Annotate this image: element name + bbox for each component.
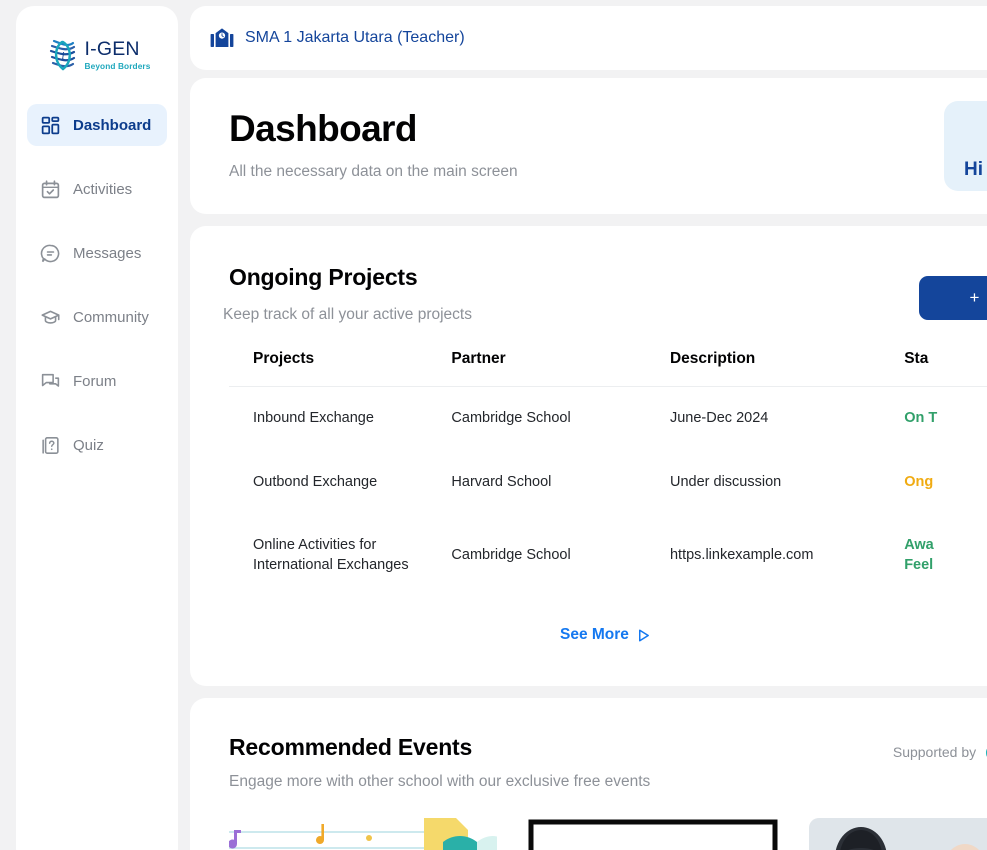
- greeting-text: Hi: [964, 159, 983, 180]
- supported-by-label: Supported by: [892, 743, 977, 760]
- sidebar-item-label: Forum: [73, 372, 117, 390]
- projects-table: Projects Partner Description Sta Inbound…: [229, 350, 987, 597]
- greeting-card[interactable]: Hi: [944, 101, 987, 191]
- sidebar-nav: Dashboard Activities Messages Community …: [16, 104, 178, 466]
- logo-title: I-GEN: [84, 38, 140, 61]
- projects-title: Ongoing Projects: [229, 264, 418, 290]
- message-icon: [40, 244, 60, 262]
- event-card-music-class[interactable]: [229, 818, 497, 850]
- sidebar-item-label: Activities: [73, 180, 133, 198]
- svg-text:i: i: [61, 51, 64, 62]
- event-card-adidas[interactable]: [519, 818, 787, 850]
- events-title: Recommended Events: [229, 734, 473, 760]
- supported-by: Supported by ed: [893, 738, 987, 765]
- page-subtitle: All the necessary data on the main scree…: [229, 163, 518, 180]
- sidebar-item-label: Quiz: [73, 436, 104, 454]
- school-building-icon: [210, 28, 234, 47]
- graduation-cap-icon: [41, 310, 60, 324]
- page-title: Dashboard: [229, 108, 417, 149]
- plus-icon: +: [969, 288, 980, 307]
- events-list: [229, 818, 987, 850]
- projects-table-head: Projects Partner Description Sta: [229, 350, 987, 387]
- dashboard-header-card: Dashboard All the necessary data on the …: [190, 78, 987, 214]
- grid-icon: [41, 116, 60, 134]
- table-header-row: Projects Partner Description Sta: [229, 350, 987, 387]
- dashboard-page: i I-GEN Beyond Borders Dashboard Activit…: [0, 0, 987, 850]
- app-logo[interactable]: i I-GEN Beyond Borders: [16, 28, 178, 82]
- calendar-check-icon: [41, 179, 60, 198]
- cell-description: Under discussion: [669, 473, 782, 490]
- sidebar-item-community[interactable]: Community: [27, 296, 167, 338]
- igen-dna-logo-icon: i: [49, 39, 75, 71]
- cell-partner: Cambridge School: [451, 546, 571, 563]
- column-header-description: Description: [669, 350, 905, 387]
- projects-subtitle: Keep track of all your active projects: [223, 306, 472, 323]
- play-triangle-icon: [638, 629, 649, 641]
- ongoing-projects-card: Ongoing Projects Keep track of all your …: [190, 226, 987, 686]
- status-badge: Ong: [904, 473, 934, 490]
- logo-tagline: Beyond Borders: [84, 60, 151, 71]
- quiz-icon: [42, 436, 59, 454]
- sidebar-item-label: Dashboard: [73, 116, 152, 134]
- cell-project: Inbound Exchange: [253, 410, 374, 426]
- table-row[interactable]: Inbound Exchange Cambridge School June-D…: [229, 387, 987, 451]
- projects-table-body: Inbound Exchange Cambridge School June-D…: [229, 387, 987, 598]
- column-header-partner: Partner: [451, 350, 670, 387]
- see-more-link[interactable]: See More: [560, 626, 651, 644]
- adidas-logo-card: [519, 818, 787, 850]
- people-photo-card: [809, 818, 987, 850]
- sidebar-item-label: Messages: [73, 244, 142, 262]
- cell-project: Outbond Exchange: [253, 473, 378, 490]
- sidebar-item-dashboard[interactable]: Dashboard: [27, 104, 167, 146]
- events-subtitle: Engage more with other school with our e…: [229, 773, 651, 790]
- sidebar-item-messages[interactable]: Messages: [27, 232, 167, 274]
- cell-project: Online Activities for International Exch…: [253, 537, 409, 573]
- see-more-label: See More: [560, 626, 629, 643]
- column-header-status: Sta: [904, 350, 987, 387]
- forum-icon: [41, 373, 60, 387]
- add-project-button[interactable]: + Add: [919, 276, 987, 320]
- table-row[interactable]: Outbond Exchange Harvard School Under di…: [229, 451, 987, 515]
- music-classroom-illustration: [229, 818, 497, 850]
- top-bar: SMA 1 Jakarta Utara (Teacher): [190, 6, 987, 70]
- sidebar-item-activities[interactable]: Activities: [27, 168, 167, 210]
- column-header-projects: Projects: [229, 350, 452, 387]
- event-card-people[interactable]: [809, 818, 987, 850]
- status-badge: Awa Feel: [904, 537, 934, 573]
- status-badge: On T: [904, 410, 938, 426]
- school-name-label: SMA 1 Jakarta Utara (Teacher): [245, 29, 465, 46]
- cell-description: https.linkexample.com: [669, 546, 814, 563]
- cell-description: June-Dec 2024: [669, 410, 769, 426]
- sidebar-item-forum[interactable]: Forum: [27, 360, 167, 402]
- sidebar: i I-GEN Beyond Borders Dashboard Activit…: [16, 6, 178, 850]
- sidebar-item-quiz[interactable]: Quiz: [27, 424, 167, 466]
- cell-partner: Cambridge School: [451, 410, 571, 426]
- table-row[interactable]: Online Activities for International Exch…: [229, 514, 987, 597]
- sidebar-item-label: Community: [73, 308, 149, 326]
- cell-partner: Harvard School: [451, 473, 552, 490]
- recommended-events-card: Recommended Events Engage more with othe…: [190, 698, 987, 850]
